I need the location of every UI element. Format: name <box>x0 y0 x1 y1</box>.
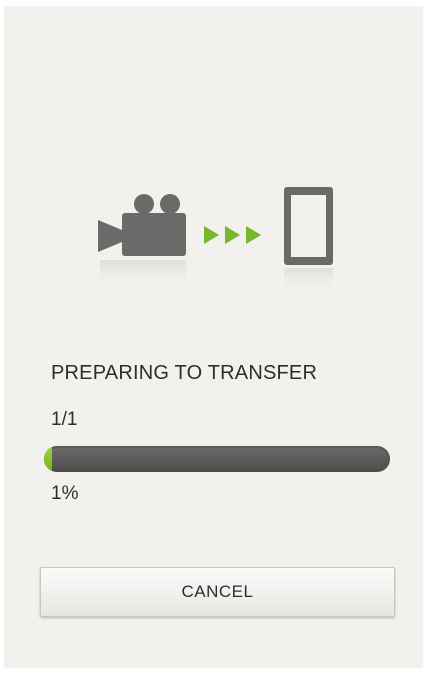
video-camera-icon <box>98 194 186 256</box>
progress-bar <box>44 446 390 472</box>
transfer-graphic <box>4 186 423 296</box>
arrows-right-icon <box>204 226 261 244</box>
transfer-graphic-svg <box>98 187 333 294</box>
cancel-button[interactable]: CANCEL <box>40 567 395 617</box>
camera-reflection <box>100 260 186 290</box>
smartphone-icon <box>284 187 333 265</box>
progress-bar-fill <box>44 446 52 472</box>
phone-reflection <box>284 268 333 294</box>
progress-percent: 1% <box>51 483 79 504</box>
transfer-screen: PREPARING TO TRANSFER 1/1 1% CANCEL <box>4 6 423 668</box>
status-message: PREPARING TO TRANSFER <box>51 362 318 384</box>
file-count: 1/1 <box>51 409 78 430</box>
